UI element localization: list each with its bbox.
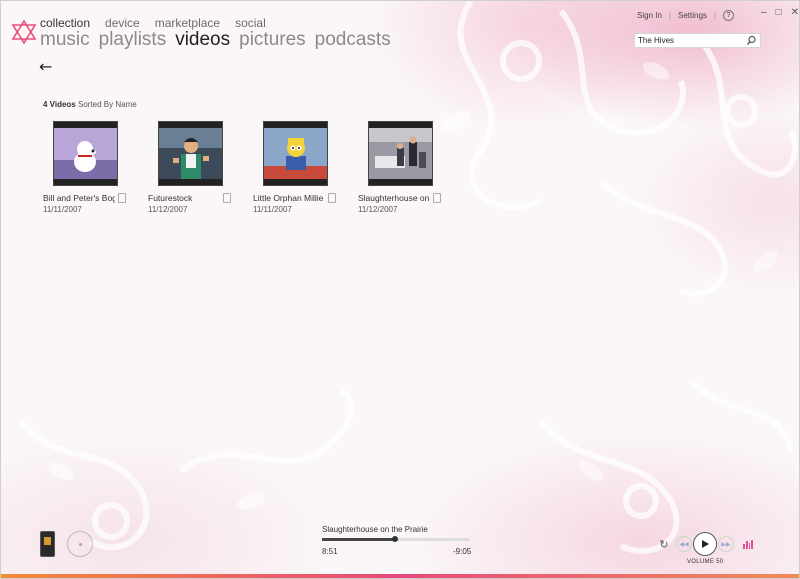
- video-tile[interactable]: Futurestock 11/12/2007: [148, 121, 231, 214]
- visualizer-icon[interactable]: [743, 539, 753, 549]
- video-thumbnail[interactable]: [158, 121, 223, 186]
- video-tile[interactable]: Little Orphan Millie 11/11/2007: [253, 121, 336, 214]
- video-thumbnail[interactable]: [53, 121, 118, 186]
- minimize-button[interactable]: –: [761, 7, 767, 18]
- separator: |: [713, 11, 716, 20]
- search-input[interactable]: [635, 36, 746, 45]
- video-title: Bill and Peter's Bog: [43, 193, 115, 203]
- separator: |: [668, 11, 671, 20]
- section-pictures[interactable]: pictures: [239, 29, 306, 51]
- device-sync-icon: [118, 193, 126, 203]
- pivot-device[interactable]: device: [105, 16, 140, 30]
- zune-device-icon[interactable]: [40, 531, 55, 557]
- background-swirl-pattern: [18, 1, 798, 554]
- video-title-row: Little Orphan Millie: [253, 193, 336, 203]
- video-title: Futurestock: [148, 193, 193, 203]
- top-links: Sign In | Settings | ?: [637, 10, 734, 21]
- video-count: 4 Videos: [43, 100, 76, 109]
- help-icon[interactable]: ?: [722, 10, 734, 21]
- repeat-icon[interactable]: ↻: [658, 538, 670, 551]
- window-controls: – □ ✕: [761, 7, 799, 18]
- video-tile[interactable]: Slaughterhouse on 11/12/2007: [358, 121, 441, 214]
- list-header: 4 Videos Sorted By Name: [43, 100, 137, 109]
- video-grid: Bill and Peter's Bog 11/11/2007 Futurest…: [43, 121, 441, 214]
- search-box: [634, 33, 761, 48]
- section-videos[interactable]: videos: [175, 29, 230, 51]
- video-tile[interactable]: Bill and Peter's Bog 11/11/2007: [43, 121, 126, 214]
- remaining-time: -9:05: [453, 547, 472, 556]
- pivot-collection[interactable]: collection: [40, 16, 90, 30]
- previous-button[interactable]: ◀◀: [676, 536, 692, 552]
- elapsed-time: 8:51: [322, 547, 338, 556]
- section-podcasts[interactable]: podcasts: [315, 29, 391, 51]
- video-thumbnail[interactable]: [368, 121, 433, 186]
- zune-logo-icon: [11, 19, 37, 45]
- device-sync-icon: [433, 193, 441, 203]
- thumbnail-image: [369, 128, 432, 179]
- zune-window: collection device marketplace social mus…: [0, 0, 800, 579]
- pivot-social[interactable]: social: [235, 16, 266, 30]
- video-thumbnail[interactable]: [263, 121, 328, 186]
- section-nav: music playlists videos pictures podcasts: [40, 29, 391, 51]
- volume-label[interactable]: VOLUME 50: [687, 559, 723, 565]
- sort-label[interactable]: Sorted By Name: [78, 100, 137, 109]
- thumbnail-image: [54, 128, 117, 179]
- play-button[interactable]: [693, 532, 717, 556]
- burn-disc-icon[interactable]: [67, 531, 93, 557]
- section-playlists[interactable]: playlists: [99, 29, 167, 51]
- device-sync-icon: [223, 193, 231, 203]
- play-icon: [702, 540, 709, 548]
- progress-fill: [322, 538, 395, 541]
- thumbnail-image: [159, 128, 222, 179]
- thumbnail-image: [264, 128, 327, 179]
- progress-handle[interactable]: [391, 536, 398, 542]
- section-music[interactable]: music: [40, 29, 90, 51]
- video-title: Slaughterhouse on: [358, 193, 430, 203]
- now-playing-title: Slaughterhouse on the Prairie: [322, 525, 428, 534]
- next-button[interactable]: ▶▶: [718, 536, 734, 552]
- video-date: 11/12/2007: [358, 205, 398, 214]
- video-title-row: Bill and Peter's Bog: [43, 193, 126, 203]
- video-date: 11/12/2007: [148, 205, 188, 214]
- pivot-nav: collection device marketplace social: [40, 16, 266, 30]
- video-title: Little Orphan Millie: [253, 193, 324, 203]
- video-date: 11/11/2007: [253, 205, 292, 214]
- maximize-button[interactable]: □: [776, 7, 782, 18]
- video-title-row: Slaughterhouse on: [358, 193, 441, 203]
- sign-in-link[interactable]: Sign In: [637, 11, 662, 20]
- device-sync-icon: [328, 193, 336, 203]
- close-button[interactable]: ✕: [791, 7, 799, 18]
- settings-link[interactable]: Settings: [678, 11, 707, 20]
- disc-center: [78, 542, 82, 546]
- accent-bar: [1, 574, 799, 578]
- progress-bar[interactable]: [322, 536, 470, 542]
- search-icon[interactable]: [746, 35, 757, 46]
- video-title-row: Futurestock: [148, 193, 231, 203]
- back-arrow-icon[interactable]: ←: [39, 57, 52, 76]
- pivot-marketplace[interactable]: marketplace: [155, 16, 220, 30]
- video-date: 11/11/2007: [43, 205, 82, 214]
